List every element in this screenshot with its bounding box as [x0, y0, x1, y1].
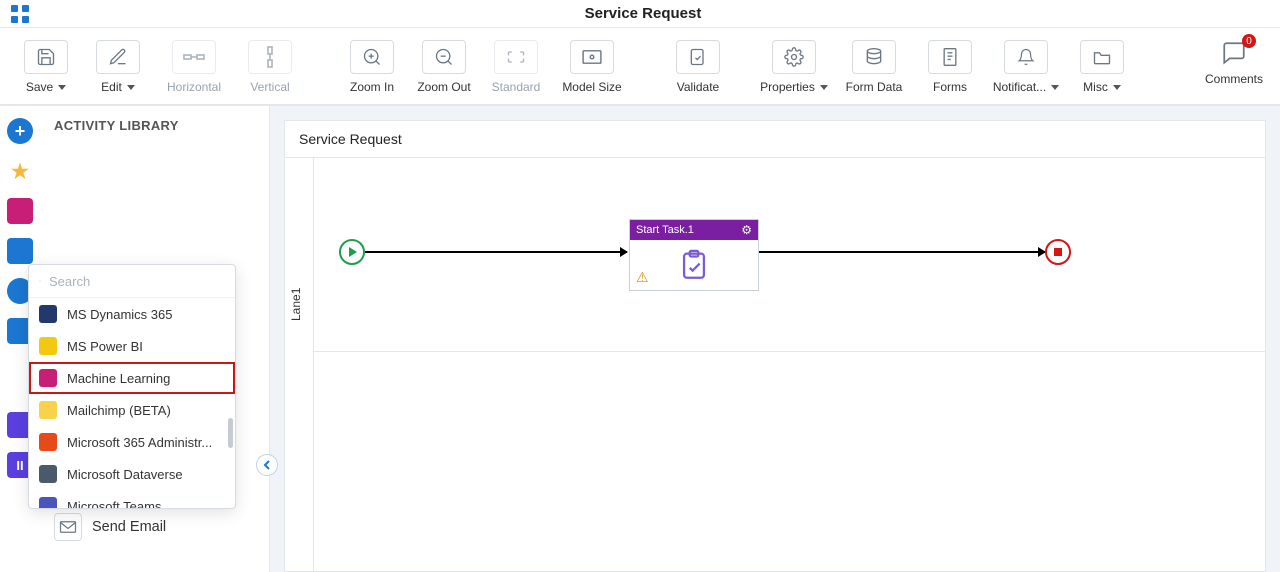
popover-item[interactable]: Microsoft 365 Administr...	[29, 426, 235, 458]
provider-icon	[39, 497, 57, 508]
edge-2	[759, 251, 1045, 253]
comments-button[interactable]: 0 Comments	[1198, 40, 1270, 86]
rail-item-2[interactable]	[7, 238, 33, 264]
standard-zoom-button[interactable]: Standard	[480, 40, 552, 94]
popover-item-label: Microsoft Dataverse	[67, 467, 183, 482]
start-node[interactable]	[339, 239, 365, 265]
popover-item[interactable]: MS Power BI	[29, 330, 235, 362]
scrollbar-thumb[interactable]	[228, 418, 233, 448]
panel-title: ACTIVITY LIBRARY	[40, 118, 269, 141]
end-node[interactable]	[1045, 239, 1071, 265]
gear-icon[interactable]: ⚙	[741, 223, 752, 237]
form-data-button[interactable]: Form Data	[834, 40, 914, 94]
notifications-button[interactable]: Notificat...	[986, 40, 1066, 94]
popover-item-label: MS Dynamics 365	[67, 307, 172, 322]
toolbar: Save Edit Horizontal Vertical Zoom In Zo…	[0, 28, 1280, 106]
popover-item-label: Machine Learning	[67, 371, 170, 386]
app-logo-icon[interactable]	[6, 0, 34, 28]
popover-item[interactable]: MS Dynamics 365	[29, 298, 235, 330]
rail-add-icon[interactable]: +	[7, 118, 33, 144]
provider-icon	[39, 401, 57, 419]
mail-icon	[54, 513, 82, 541]
popover-item[interactable]: Microsoft Dataverse	[29, 458, 235, 490]
model-size-button[interactable]: Model Size	[552, 40, 632, 94]
properties-button[interactable]: Properties	[754, 40, 834, 94]
activity-provider-popover: MS Dynamics 365 MS Power BI Machine Learni…	[28, 264, 236, 509]
clipboard-check-icon	[677, 248, 711, 282]
search-icon	[39, 273, 41, 289]
misc-button[interactable]: Misc	[1066, 40, 1138, 94]
warning-icon: ⚠	[636, 269, 649, 286]
provider-icon	[39, 433, 57, 451]
page-title: Service Request	[34, 5, 1252, 22]
sidebar-item-send-email[interactable]: Send Email	[40, 505, 269, 549]
provider-icon	[39, 369, 57, 387]
popover-item-label: Mailchimp (BETA)	[67, 403, 171, 418]
search-input[interactable]	[49, 274, 225, 289]
collapse-panel-button[interactable]	[256, 454, 278, 476]
save-button[interactable]: Save	[10, 40, 82, 94]
lane-bottom	[313, 351, 1265, 352]
popover-item-label: Microsoft Teams	[67, 499, 161, 509]
forms-button[interactable]: Forms	[914, 40, 986, 94]
validate-button[interactable]: Validate	[662, 40, 734, 94]
task-title: Start Task.1	[636, 224, 694, 236]
lane-label: Lane1	[289, 288, 303, 321]
zoom-out-button[interactable]: Zoom Out	[408, 40, 480, 94]
popover-item[interactable]: Machine Learning	[29, 362, 235, 394]
task-node[interactable]: Start Task.1 ⚙ ⚠	[629, 219, 759, 291]
comments-badge: 0	[1242, 34, 1256, 48]
popover-item[interactable]: Mailchimp (BETA)	[29, 394, 235, 426]
canvas-title: Service Request	[285, 121, 1265, 158]
provider-icon	[39, 337, 57, 355]
popover-item[interactable]: Microsoft Teams	[29, 490, 235, 508]
popover-item-label: MS Power BI	[67, 339, 143, 354]
provider-icon	[39, 465, 57, 483]
vertical-button[interactable]: Vertical	[234, 40, 306, 94]
popover-item-label: Microsoft 365 Administr...	[67, 435, 212, 450]
rail-item-1[interactable]	[7, 198, 33, 224]
edit-button[interactable]: Edit	[82, 40, 154, 94]
process-canvas[interactable]: Service Request Lane1 Start Task.1 ⚙ ⚠	[284, 120, 1266, 572]
provider-icon	[39, 305, 57, 323]
zoom-in-button[interactable]: Zoom In	[336, 40, 408, 94]
horizontal-button[interactable]: Horizontal	[154, 40, 234, 94]
lane-divider	[313, 157, 314, 571]
rail-star-icon[interactable]: ★	[7, 158, 33, 184]
edge-1	[365, 251, 627, 253]
